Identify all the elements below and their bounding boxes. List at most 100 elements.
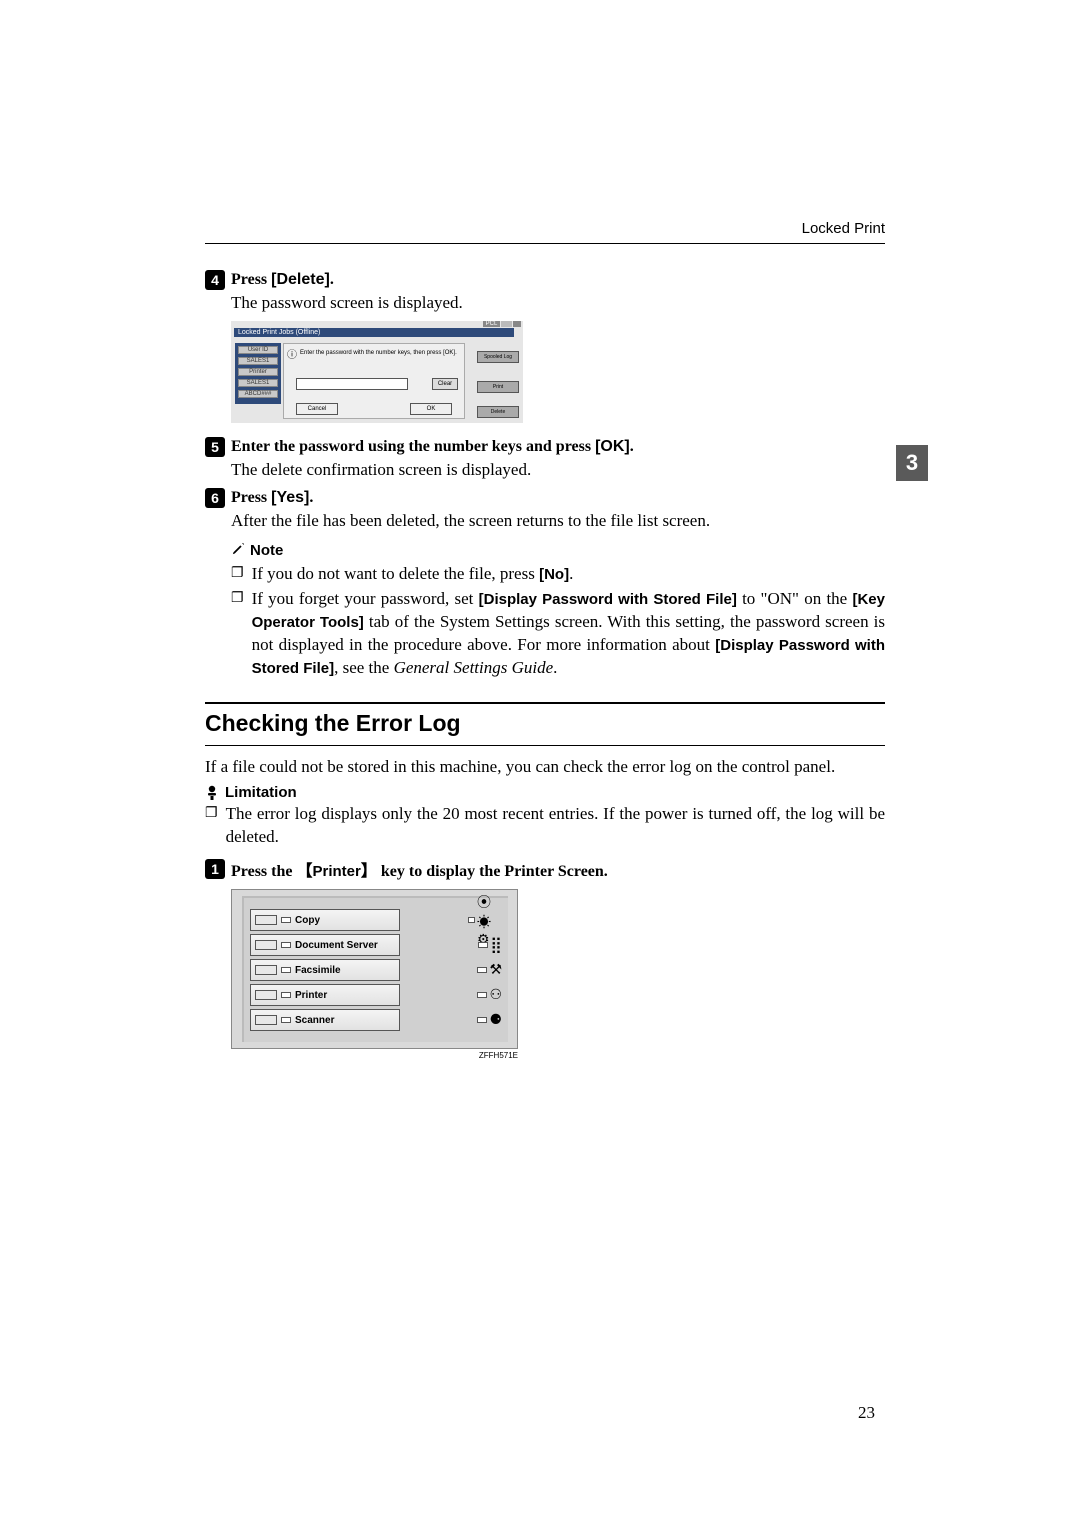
ss-side-button: ABCD###: [238, 390, 278, 398]
section-title: Checking the Error Log: [205, 710, 885, 737]
step-number-badge: 5: [205, 437, 225, 457]
ss-title-bar: Locked Print Jobs (Offline): [234, 328, 514, 337]
figure-reference-code: ZFFH571E: [231, 1051, 518, 1060]
pencil-icon: [231, 541, 246, 561]
step-title-text: Press: [231, 271, 271, 288]
ss-password-input: [296, 378, 408, 390]
ss-ok-button: OK: [410, 403, 452, 415]
note-text: If you forget your password, set: [252, 589, 479, 608]
section-rule-thin: [205, 745, 885, 746]
note-item: ❐ If you forget your password, set [Disp…: [231, 588, 885, 680]
chapter-tab: 3: [896, 445, 928, 481]
info-icon: ⓘ: [287, 346, 297, 361]
facsimile-button: Facsimile: [250, 959, 400, 981]
note-text: , see the: [334, 658, 393, 677]
led-icon: [281, 942, 291, 948]
ss-password-modal: ⓘ Enter the password with the number key…: [283, 343, 465, 419]
led-icon: [281, 917, 291, 923]
panel-button-label: Printer: [295, 990, 327, 1001]
step-title: Enter the password using the number keys…: [231, 438, 634, 456]
yes-bracket: [Yes]: [271, 489, 309, 506]
ss-right-button: Delete: [477, 406, 519, 418]
limitation-heading: Limitation: [205, 784, 885, 801]
running-header: Locked Print: [205, 220, 885, 243]
limitation-label: Limitation: [225, 784, 297, 801]
panel-row: Facsimile ⚒: [250, 959, 502, 981]
note-heading: Note: [231, 541, 885, 561]
ss-cancel-button: Cancel: [296, 403, 338, 415]
panel-row: Document Server ⣿: [250, 934, 502, 956]
delete-bracket: [Delete]: [271, 271, 330, 288]
ss-side-button: SALES1: [238, 357, 278, 365]
note-label: Note: [250, 542, 283, 559]
step-body: After the file has been deleted, the scr…: [231, 510, 885, 533]
key-bracket-open: 【: [296, 863, 312, 880]
section-intro: If a file could not be stored in this ma…: [205, 756, 885, 779]
step-title-text: Press: [231, 489, 271, 506]
panel-button-label: Facsimile: [295, 965, 341, 976]
step-title-suffix: .: [630, 438, 634, 455]
step-5: 5 Enter the password using the number ke…: [205, 437, 885, 482]
status-icons: ⚒: [468, 960, 502, 980]
status-icons: ⚈: [468, 1010, 502, 1030]
ss-tab: [513, 321, 521, 327]
person-icon: [205, 785, 219, 801]
key-slot-icon: [255, 915, 277, 925]
led-icon: [281, 1017, 291, 1023]
limitation-text: The error log displays only the 20 most …: [226, 803, 885, 849]
ss-side-button: SALES1: [238, 379, 278, 387]
ss-modal-message: Enter the password with the number keys,…: [300, 350, 457, 356]
key-bracket-close: 】: [361, 863, 377, 880]
key-slot-icon: [255, 990, 277, 1000]
no-bracket: [No]: [539, 566, 569, 583]
step-body: The delete confirmation screen is displa…: [231, 459, 885, 482]
ss-tab: [501, 321, 512, 327]
step-1: 1 Press the 【Printer】 key to display the…: [205, 857, 885, 1060]
panel-button-label: Copy: [295, 915, 320, 926]
note-text: .: [569, 564, 573, 583]
step-title: Press [Delete].: [231, 271, 334, 289]
password-screen-figure: PCL Locked Print Jobs (Offline) User ID …: [231, 321, 523, 423]
printer-button: Printer: [250, 984, 400, 1006]
document-server-button: Document Server: [250, 934, 400, 956]
status-icons: ⚇: [468, 985, 502, 1005]
note-item: ❐ If you do not want to delete the file,…: [231, 563, 885, 586]
led-icon: [281, 967, 291, 973]
note-bullet-icon: ❐: [231, 563, 244, 586]
step-number-badge: 6: [205, 488, 225, 508]
note-text: to "ON" on the: [737, 589, 853, 608]
scanner-button: Scanner: [250, 1009, 400, 1031]
printer-key-label: Printer: [312, 863, 360, 880]
ss-clear-button: Clear: [432, 378, 458, 390]
settings-guide-italic: General Settings Guide: [394, 658, 554, 677]
step-title: Press the 【Printer】 key to display the P…: [231, 857, 608, 881]
panel-button-label: Scanner: [295, 1015, 334, 1026]
ss-side-button: Printer: [238, 368, 278, 376]
step-title-suffix: .: [309, 489, 313, 506]
note-text: If you do not want to delete the file, p…: [252, 564, 540, 583]
limitation-item: ❐ The error log displays only the 20 mos…: [205, 803, 885, 849]
key-slot-icon: [255, 940, 277, 950]
panel-button-label: Document Server: [295, 940, 378, 951]
step-number-badge: 4: [205, 270, 225, 290]
step-title-text: key to display the Printer Screen.: [377, 863, 608, 880]
step-title-text: Press the: [231, 863, 296, 880]
panel-row: Printer ⚇: [250, 984, 502, 1006]
status-icons: ⣿: [468, 935, 502, 955]
status-icons: ⦿☀⚙: [468, 910, 502, 930]
note-bullet-icon: ❐: [205, 803, 218, 849]
key-slot-icon: [255, 965, 277, 975]
section-rule-thick: [205, 702, 885, 704]
step-title: Press [Yes].: [231, 489, 313, 507]
note-text: .: [553, 658, 557, 677]
key-slot-icon: [255, 1015, 277, 1025]
panel-row: Copy ⦿☀⚙: [250, 909, 502, 931]
copy-button: Copy: [250, 909, 400, 931]
ss-sidebar: User ID SALES1 Printer SALES1 ABCD###: [235, 343, 281, 404]
ss-side-button: User ID: [238, 346, 278, 354]
note-bullet-icon: ❐: [231, 588, 244, 680]
ok-bracket: [OK]: [595, 438, 630, 455]
control-panel-figure: Copy ⦿☀⚙ Document Server ⣿: [231, 889, 518, 1049]
header-rule: [205, 243, 885, 244]
display-password-bracket: [Display Password with Stored File]: [479, 591, 737, 608]
